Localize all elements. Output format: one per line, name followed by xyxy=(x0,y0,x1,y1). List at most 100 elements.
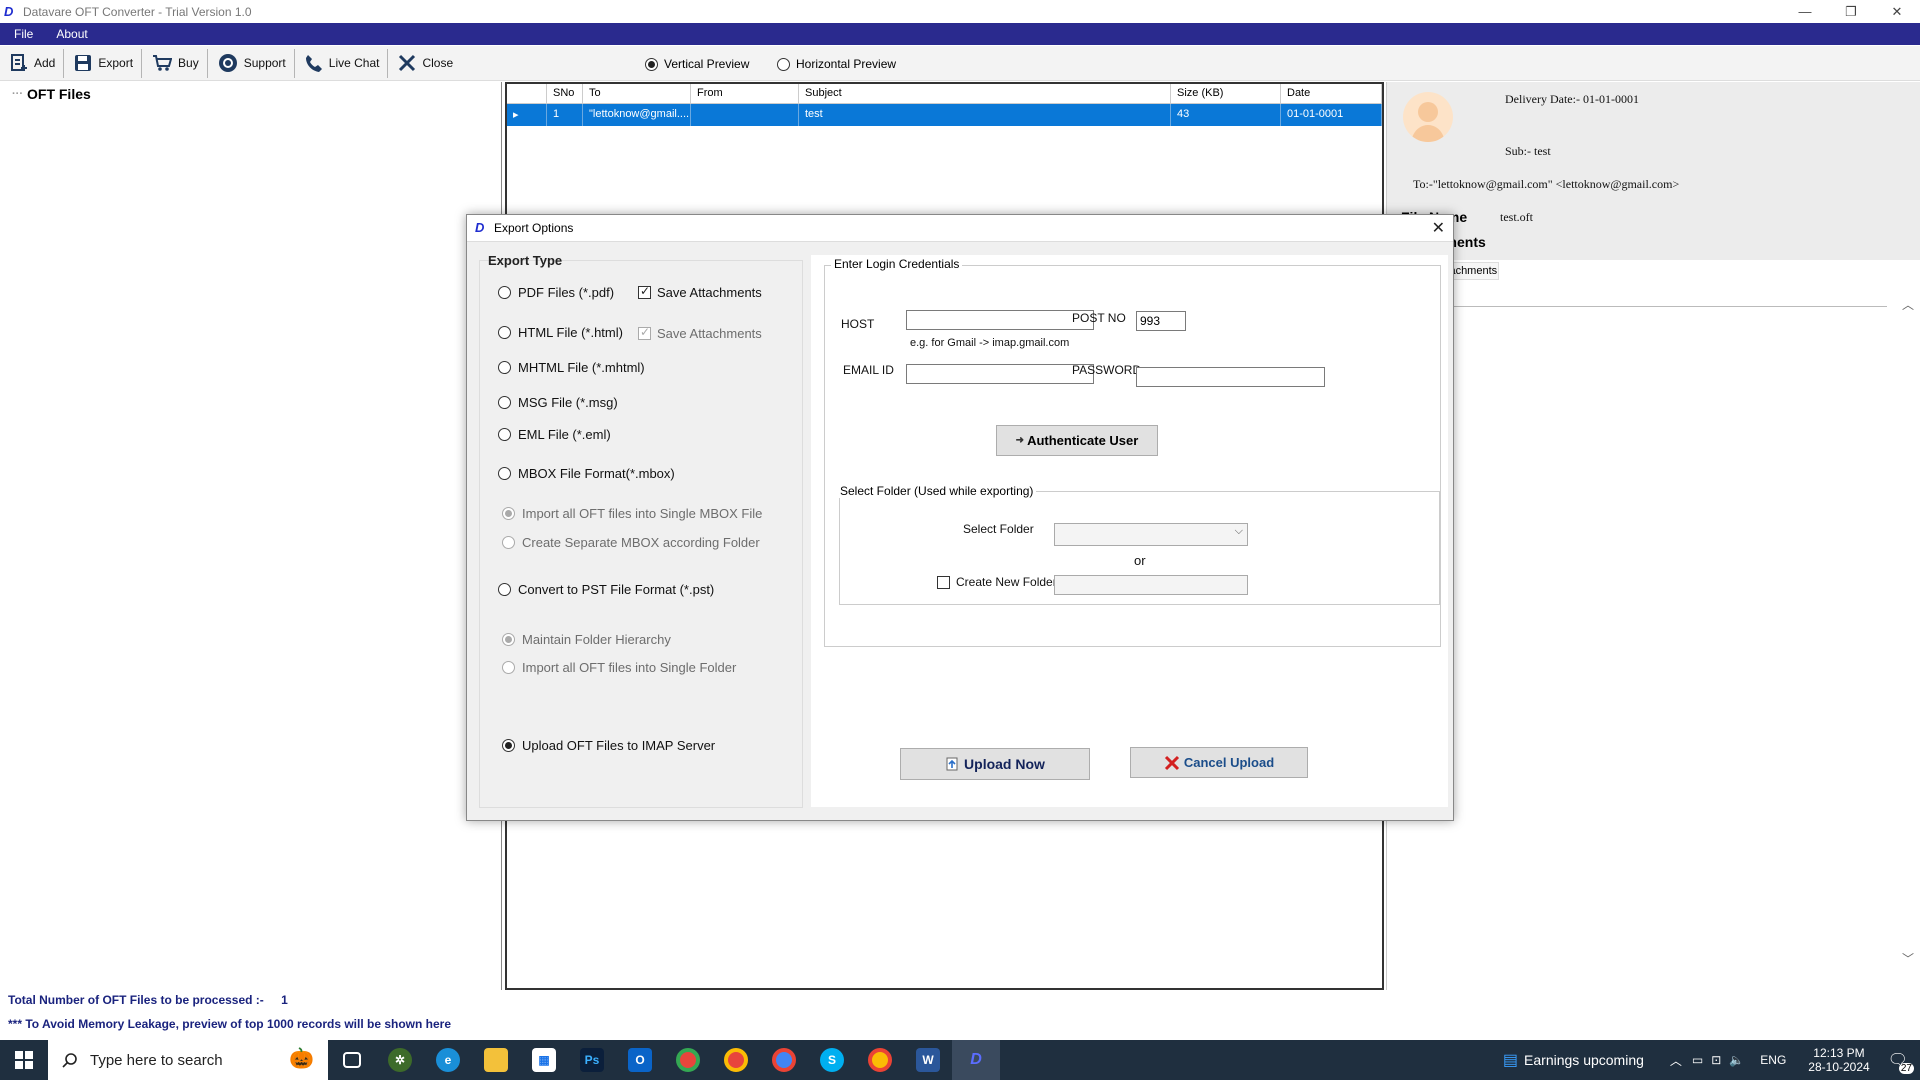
authenticate-user-button[interactable]: ➜ Authenticate User xyxy=(996,425,1158,456)
option-pdf[interactable]: PDF Files (*.pdf) xyxy=(498,285,614,300)
tray-app-icon[interactable]: ▭ xyxy=(1692,1053,1703,1067)
volume-icon[interactable]: 🔈 xyxy=(1729,1053,1744,1067)
option-mbox[interactable]: MBOX File Format(*.mbox) xyxy=(498,466,675,481)
option-html-save-attachments[interactable]: Save Attachments xyxy=(638,325,762,341)
row-selector-arrow-icon[interactable]: ▸ xyxy=(507,104,547,126)
vertical-preview-option[interactable]: Vertical Preview xyxy=(645,57,749,71)
col-to[interactable]: To xyxy=(583,84,691,104)
add-button[interactable]: Add xyxy=(0,48,65,78)
clock-date: 28-10-2024 xyxy=(1808,1060,1870,1074)
option-pst[interactable]: Convert to PST File Format (*.pst) xyxy=(498,582,714,597)
host-input[interactable] xyxy=(906,310,1094,330)
cart-icon xyxy=(153,55,173,71)
close-button[interactable]: Close xyxy=(388,49,461,78)
minimize-button[interactable]: — xyxy=(1782,0,1828,23)
vertical-preview-radio[interactable] xyxy=(645,57,658,71)
clock-time: 12:13 PM xyxy=(1813,1046,1865,1060)
radio-msg[interactable] xyxy=(498,396,511,409)
skype-icon[interactable]: S xyxy=(808,1040,856,1080)
restore-button[interactable]: ❐ xyxy=(1828,0,1874,23)
cancel-upload-button[interactable]: Cancel Upload xyxy=(1130,747,1308,778)
store-icon[interactable]: ▦ xyxy=(520,1040,568,1080)
port-input[interactable]: 993 xyxy=(1136,311,1186,331)
option-pst-single[interactable]: Import all OFT files into Single Folder xyxy=(502,660,736,675)
news-widget-icon[interactable]: ▤ xyxy=(1503,1050,1518,1070)
language-indicator[interactable]: ENG xyxy=(1760,1053,1786,1067)
clock[interactable]: 12:13 PM 28-10-2024 xyxy=(1808,1046,1869,1074)
start-button[interactable] xyxy=(0,1040,48,1080)
option-html-label: HTML File (*.html) xyxy=(518,325,623,340)
option-mbox-single[interactable]: Import all OFT files into Single MBOX Fi… xyxy=(502,506,762,521)
radio-pst[interactable] xyxy=(498,583,511,596)
chrome-icon-4[interactable] xyxy=(856,1040,904,1080)
word-icon[interactable]: W xyxy=(904,1040,952,1080)
option-pdf-label: PDF Files (*.pdf) xyxy=(518,285,615,300)
option-eml[interactable]: EML File (*.eml) xyxy=(498,427,611,442)
chrome-icon-1[interactable] xyxy=(664,1040,712,1080)
tray-chevron-up-icon[interactable]: ︿ xyxy=(1670,1052,1682,1069)
col-from[interactable]: From xyxy=(691,84,799,104)
radio-mbox-single[interactable] xyxy=(502,507,515,520)
tree-root-oft-files[interactable]: ··· OFT Files xyxy=(12,86,91,102)
checkbox-html-attachments[interactable] xyxy=(638,325,651,340)
task-view-icon[interactable] xyxy=(328,1040,376,1080)
option-mhtml[interactable]: MHTML File (*.mhtml) xyxy=(498,360,645,375)
email-field[interactable] xyxy=(906,364,1094,384)
buy-button[interactable]: Buy xyxy=(142,48,208,78)
game-app-icon[interactable]: ✲ xyxy=(376,1040,424,1080)
radio-pst-hierarchy[interactable] xyxy=(502,633,515,646)
support-button[interactable]: Support xyxy=(208,48,295,78)
select-folder-dropdown[interactable]: ⌵ xyxy=(1054,523,1248,546)
col-size[interactable]: Size (KB) xyxy=(1171,84,1281,104)
option-html[interactable]: HTML File (*.html) xyxy=(498,325,623,340)
menu-file[interactable]: File xyxy=(0,27,42,41)
option-pst-hierarchy[interactable]: Maintain Folder Hierarchy xyxy=(502,632,671,647)
photoshop-icon[interactable]: Ps xyxy=(568,1040,616,1080)
option-pdf-save-attachments[interactable]: Save Attachments xyxy=(638,284,762,300)
horizontal-preview-radio[interactable] xyxy=(777,57,790,71)
radio-pst-single[interactable] xyxy=(502,661,515,674)
password-field[interactable] xyxy=(1136,367,1325,387)
file-explorer-icon[interactable] xyxy=(472,1040,520,1080)
radio-imap[interactable] xyxy=(502,739,515,752)
scroll-up-icon[interactable]: ︿ xyxy=(1902,296,1914,313)
radio-mbox-separate[interactable] xyxy=(502,536,515,549)
col-sno[interactable]: SNo xyxy=(547,84,583,104)
option-msg[interactable]: MSG File (*.msg) xyxy=(498,395,618,410)
table-row[interactable]: ▸ 1 "lettoknow@gmail.... test 43 01-01-0… xyxy=(507,104,1382,126)
live-chat-button[interactable]: Live Chat xyxy=(295,48,389,78)
radio-mhtml[interactable] xyxy=(498,361,511,374)
oft-converter-taskbar-icon[interactable]: D xyxy=(952,1040,1000,1080)
radio-mbox[interactable] xyxy=(498,467,511,480)
taskbar-search[interactable]: Type here to search 🎃 xyxy=(48,1040,328,1080)
close-window-button[interactable]: ✕ xyxy=(1874,0,1920,23)
checkbox-pdf-attachments[interactable] xyxy=(638,284,651,299)
export-button[interactable]: Export xyxy=(64,48,143,78)
vertical-preview-label: Vertical Preview xyxy=(664,57,750,71)
create-new-folder-option[interactable]: Create New Folder xyxy=(937,575,1057,589)
host-hint: e.g. for Gmail -> imap.gmail.com xyxy=(910,337,1070,349)
radio-pdf[interactable] xyxy=(498,286,511,299)
option-mbox-separate[interactable]: Create Separate MBOX according Folder xyxy=(502,535,760,550)
preview-pane: Delivery Date:- 01-01-0001 Sub:- test To… xyxy=(1386,82,1920,990)
weather-widget-text[interactable]: Earnings upcoming xyxy=(1524,1052,1644,1068)
network-icon[interactable]: ⊡ xyxy=(1711,1053,1721,1067)
create-new-folder-checkbox[interactable] xyxy=(937,575,950,589)
dialog-close-icon[interactable]: ✕ xyxy=(1432,218,1445,238)
scroll-down-icon[interactable]: ﹀ xyxy=(1902,950,1914,967)
upload-now-button[interactable]: Upload Now xyxy=(900,748,1090,780)
outlook-icon[interactable]: O xyxy=(616,1040,664,1080)
edge-browser-icon[interactable]: e xyxy=(424,1040,472,1080)
radio-html[interactable] xyxy=(498,326,511,339)
option-imap[interactable]: Upload OFT Files to IMAP Server xyxy=(502,738,715,753)
chrome-icon-2[interactable] xyxy=(712,1040,760,1080)
col-subject[interactable]: Subject xyxy=(799,84,1171,104)
chrome-icon-3[interactable] xyxy=(760,1040,808,1080)
col-date[interactable]: Date xyxy=(1281,84,1382,104)
horizontal-preview-option[interactable]: Horizontal Preview xyxy=(777,57,896,71)
tree-connector: ··· xyxy=(12,88,23,100)
menu-about[interactable]: About xyxy=(42,27,96,41)
radio-eml[interactable] xyxy=(498,428,511,441)
new-folder-input[interactable] xyxy=(1054,575,1248,595)
notification-center-icon[interactable]: 🗨 27 xyxy=(1888,1050,1914,1074)
